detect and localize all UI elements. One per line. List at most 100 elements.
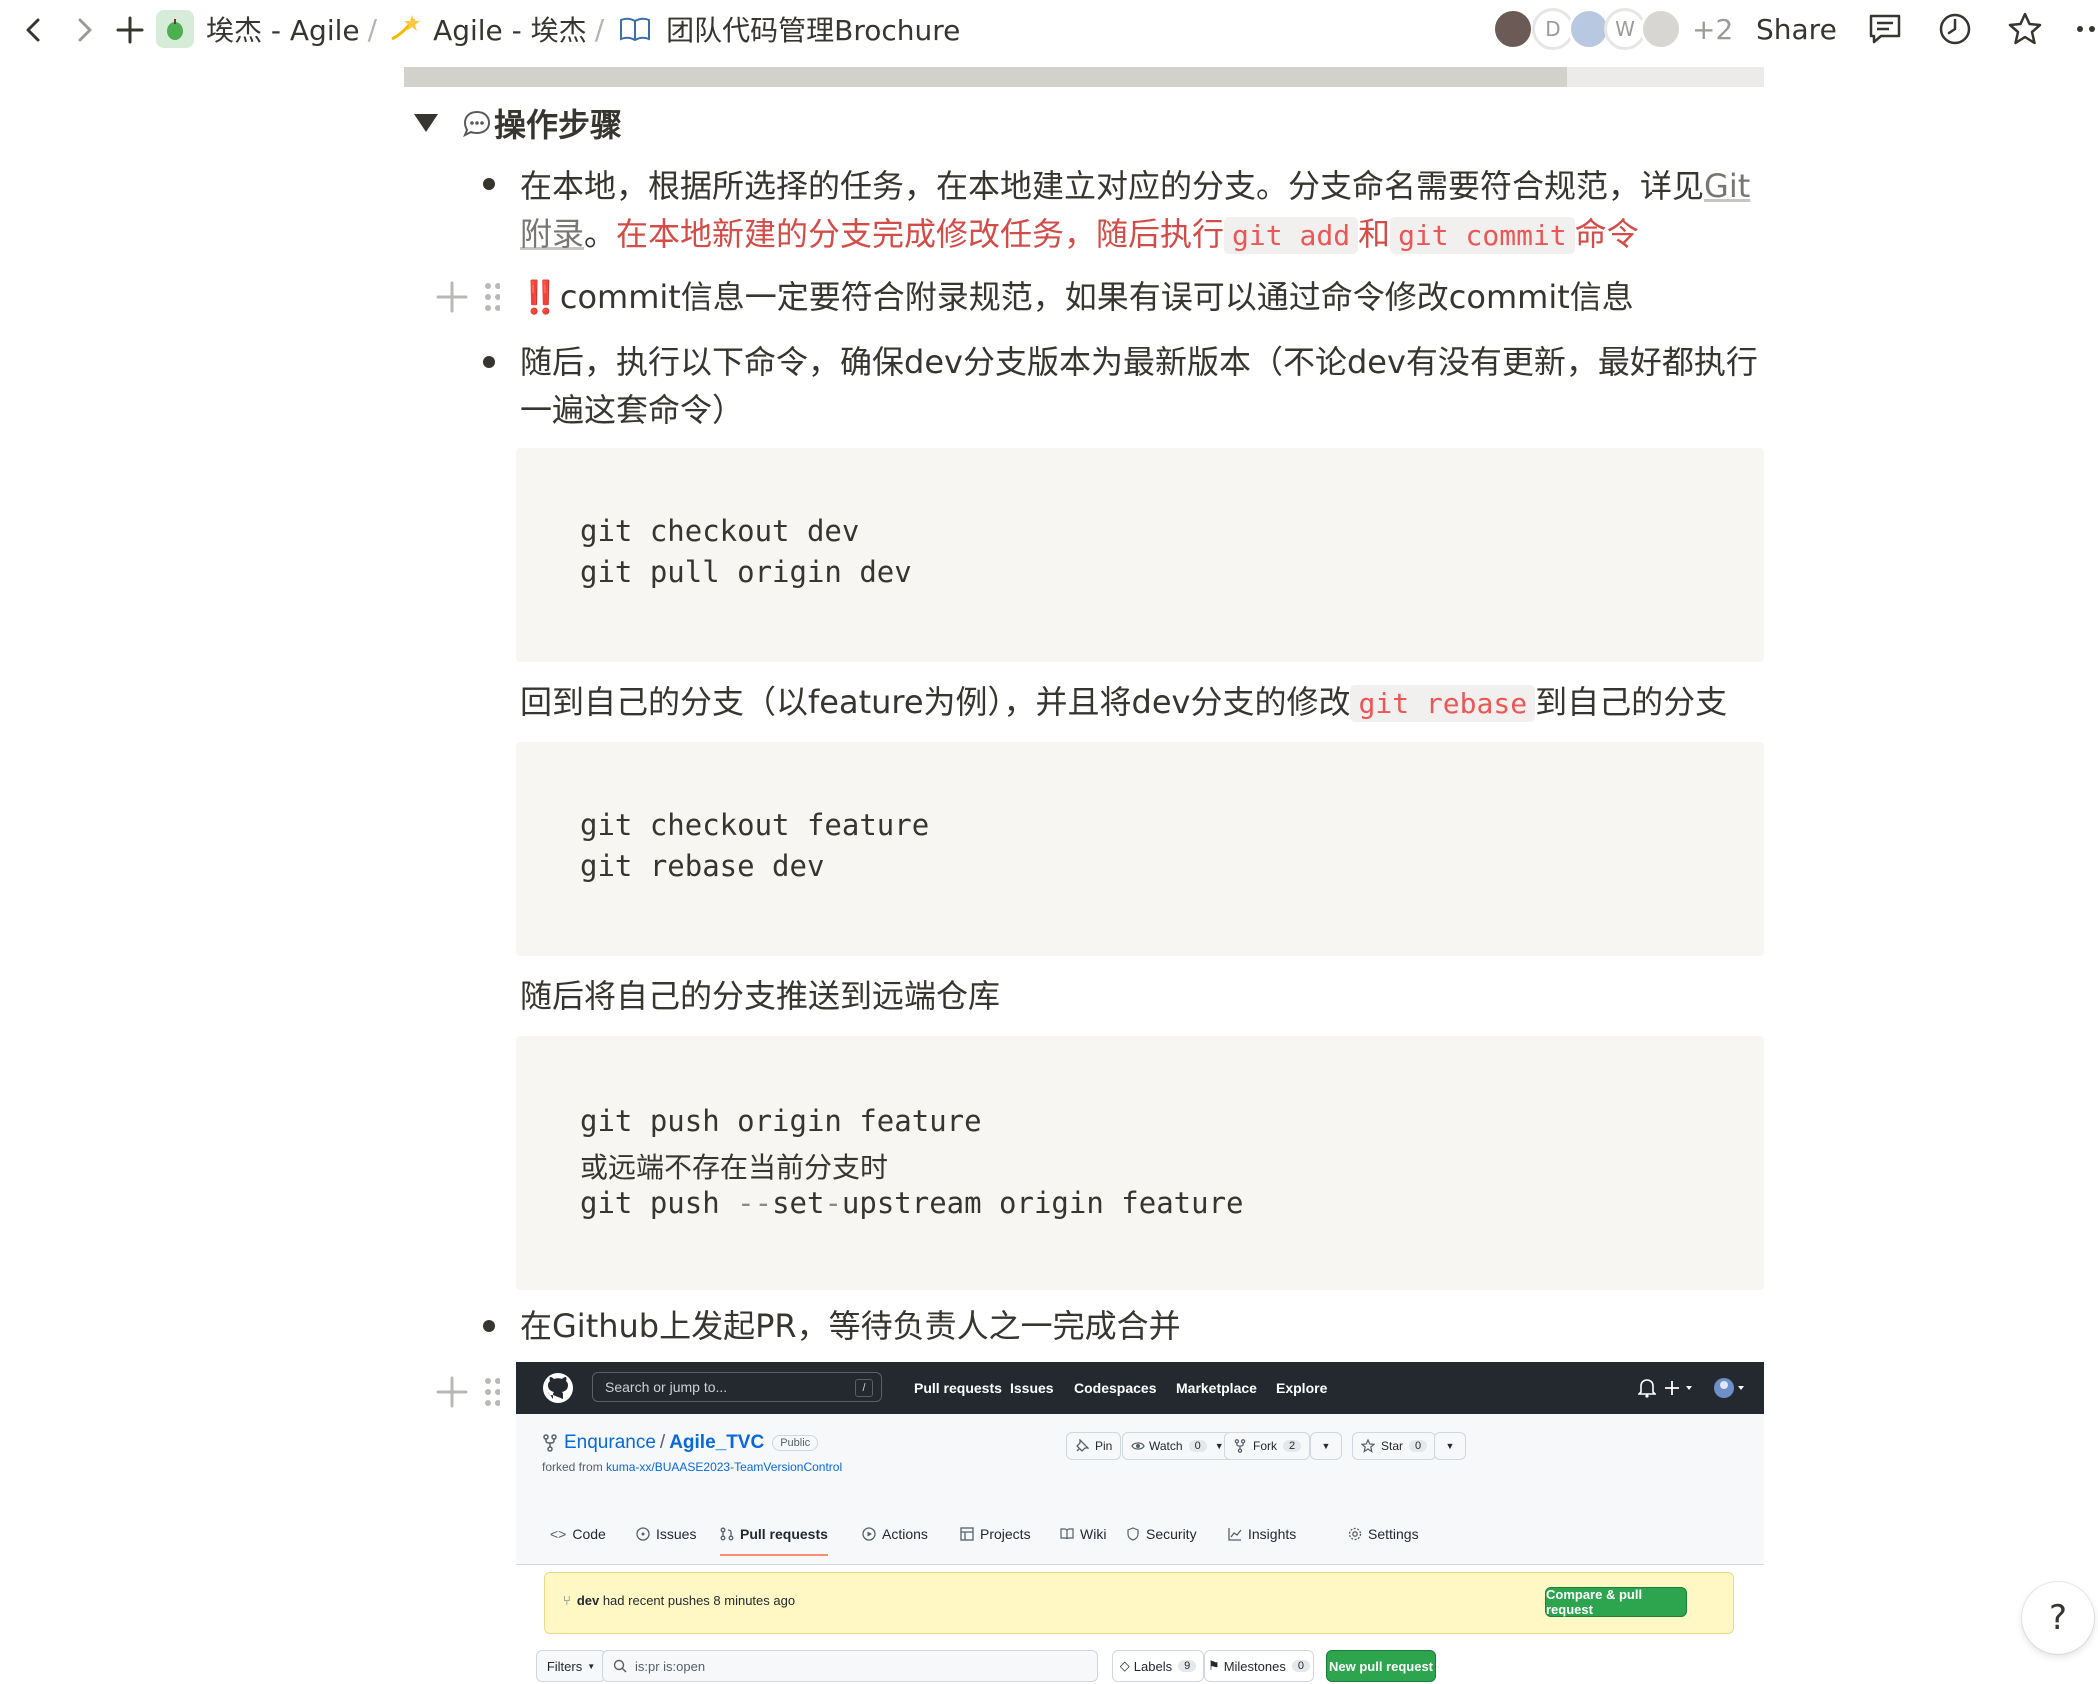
collaborator-count[interactable]: +2 bbox=[1692, 0, 1733, 58]
code-line: git pull origin dev bbox=[580, 555, 912, 589]
new-pull-request-button[interactable]: New pull request bbox=[1326, 1650, 1436, 1682]
pin-button[interactable]: Pin bbox=[1066, 1432, 1122, 1460]
repo-tab-actions[interactable]: Actions bbox=[862, 1514, 928, 1554]
github-repo-header: Enqurance / Agile_TVC Public forked from… bbox=[516, 1414, 1764, 1565]
github-nav-codespaces[interactable]: Codespaces bbox=[1074, 1362, 1156, 1414]
repo-tab-security[interactable]: Security bbox=[1126, 1514, 1197, 1554]
top-bar: 埃杰 - Agile / Agile - 埃杰 / 团队代码管理Brochure… bbox=[0, 0, 2098, 58]
comments-icon[interactable] bbox=[1866, 10, 1904, 48]
milestone-icon: ⚑ bbox=[1208, 1658, 1220, 1673]
repo-tab-projects[interactable]: Projects bbox=[960, 1514, 1031, 1554]
milestones-button[interactable]: ⚑ Milestones 0 bbox=[1204, 1650, 1314, 1682]
forked-source-link[interactable]: kuma-xx/BUAASE2023-TeamVersionControl bbox=[606, 1460, 842, 1474]
list-item-update-dev: 随后，执行以下命令，确保dev分支版本为最新版本（不论dev有没有更新，最好都执… bbox=[520, 343, 1758, 429]
repo-tab-pull-requests[interactable]: Pull requests bbox=[720, 1514, 828, 1556]
share-button[interactable]: Share bbox=[1756, 0, 1837, 58]
tab-label: Settings bbox=[1368, 1526, 1419, 1542]
back-arrow-icon[interactable] bbox=[16, 12, 52, 48]
banner-branch-name[interactable]: dev bbox=[577, 1593, 599, 1608]
code-line: git checkout dev bbox=[580, 514, 860, 548]
breadcrumb: 埃杰 - Agile / Agile - 埃杰 / 团队代码管理Brochure bbox=[156, 0, 960, 58]
fork-icon bbox=[1234, 1439, 1246, 1453]
push-paragraph: 随后将自己的分支推送到远端仓库 bbox=[520, 977, 1001, 1015]
star-label: Star bbox=[1381, 1439, 1404, 1453]
star-button[interactable]: Star 0 bbox=[1352, 1432, 1437, 1460]
fork-button[interactable]: Fork 2 bbox=[1224, 1432, 1311, 1460]
repo-tab-code[interactable]: <> Code bbox=[550, 1514, 606, 1554]
filters-dropdown[interactable]: Filters ▼ bbox=[536, 1650, 606, 1682]
gear-icon bbox=[1348, 1527, 1362, 1541]
fork-dropdown-button[interactable]: ▼ bbox=[1310, 1432, 1342, 1460]
slash-shortcut-icon: / bbox=[855, 1379, 873, 1397]
play-icon bbox=[862, 1527, 876, 1541]
drag-handle-icon bbox=[485, 1378, 500, 1406]
block-handle[interactable] bbox=[436, 1372, 500, 1412]
labels-label: Labels bbox=[1133, 1658, 1173, 1674]
new-page-plus-icon[interactable] bbox=[112, 12, 148, 48]
repo-tab-wiki[interactable]: Wiki bbox=[1060, 1514, 1106, 1554]
repo-tab-insights[interactable]: Insights bbox=[1228, 1514, 1296, 1554]
avatar[interactable] bbox=[1640, 8, 1682, 50]
code-block[interactable]: git checkout feature git rebase dev bbox=[516, 742, 1764, 956]
breadcrumb-page[interactable]: 团队代码管理Brochure bbox=[666, 9, 960, 49]
plus-dropdown-icon[interactable] bbox=[1664, 1378, 1696, 1398]
banner-text: ⑂ dev had recent pushes 8 minutes ago bbox=[563, 1593, 795, 1608]
star-dropdown-button[interactable]: ▼ bbox=[1434, 1432, 1466, 1460]
watch-button[interactable]: Watch 0 ▼ bbox=[1122, 1432, 1233, 1460]
recent-pushes-banner: ⑂ dev had recent pushes 8 minutes ago Com… bbox=[544, 1572, 1734, 1634]
tag-icon: ◇ bbox=[1119, 1658, 1130, 1673]
toggle-heading[interactable]: 操作步骤 bbox=[414, 98, 622, 148]
tab-label: Projects bbox=[980, 1526, 1031, 1542]
user-menu-avatar-icon[interactable] bbox=[1712, 1376, 1748, 1400]
compare-pull-request-button[interactable]: Compare & pull request bbox=[1545, 1587, 1687, 1617]
tab-label: Pull requests bbox=[740, 1526, 828, 1542]
github-nav-marketplace[interactable]: Marketplace bbox=[1176, 1362, 1257, 1414]
forked-label: forked from bbox=[542, 1460, 607, 1474]
star-outline-icon bbox=[1361, 1439, 1375, 1453]
forked-from: forked from kuma-xx/BUAASE2023-TeamVersi… bbox=[542, 1460, 842, 1474]
code-line: git rebase dev bbox=[580, 849, 825, 883]
block-handle[interactable] bbox=[436, 277, 500, 317]
breadcrumb-teamspace[interactable]: Agile - 埃杰 bbox=[433, 9, 587, 49]
forward-arrow-icon[interactable] bbox=[66, 12, 102, 48]
milestones-label: Milestones bbox=[1223, 1658, 1286, 1674]
avatar[interactable] bbox=[1492, 8, 1534, 50]
chevron-down-icon: ▼ bbox=[587, 1661, 596, 1671]
tab-label: Security bbox=[1146, 1526, 1197, 1542]
highlighted-text: 在本地新建的分支完成修改任务，随后执行 bbox=[616, 215, 1225, 253]
bell-icon[interactable] bbox=[1638, 1378, 1656, 1398]
more-options-icon[interactable] bbox=[2072, 10, 2098, 48]
chevron-down-icon: ▼ bbox=[1214, 1441, 1224, 1451]
toggle-triangle-icon[interactable] bbox=[414, 114, 438, 132]
github-search-input[interactable]: Search or jump to... / bbox=[592, 1372, 882, 1402]
repo-owner-link[interactable]: Enqurance bbox=[564, 1432, 656, 1454]
clock-icon[interactable] bbox=[1936, 10, 1974, 48]
github-header: Search or jump to... / Pull requests Issu… bbox=[516, 1362, 1764, 1414]
inline-code: git rebase bbox=[1350, 685, 1536, 722]
branch-icon: ⑂ bbox=[563, 1593, 571, 1608]
repo-tab-issues[interactable]: Issues bbox=[636, 1514, 696, 1554]
help-button[interactable]: ? bbox=[2022, 1582, 2094, 1654]
repo-name-link[interactable]: Agile_TVC bbox=[669, 1432, 764, 1454]
breadcrumb-workspace[interactable]: 埃杰 - Agile bbox=[206, 9, 360, 49]
list-item-github-pr: 在Github上发起PR，等待负责人之一完成合并 bbox=[520, 1307, 1181, 1345]
github-nav-pull-requests[interactable]: Pull requests bbox=[914, 1362, 1002, 1414]
pr-filter-input[interactable]: is:pr is:open bbox=[602, 1650, 1098, 1682]
github-nav-issues[interactable]: Issues bbox=[1010, 1362, 1054, 1414]
code-token: -- bbox=[737, 1186, 773, 1220]
inline-code: git add bbox=[1224, 217, 1359, 254]
code-block[interactable]: git push origin feature 或远端不存在当前分支时 git … bbox=[516, 1036, 1764, 1290]
speech-bubble-icon bbox=[463, 110, 491, 138]
star-icon[interactable] bbox=[2006, 10, 2044, 48]
tab-label: Insights bbox=[1248, 1526, 1297, 1542]
github-screenshot-image[interactable]: Search or jump to... / Pull requests Issu… bbox=[516, 1362, 1764, 1684]
tab-label: Actions bbox=[882, 1526, 928, 1542]
warning-line: ‼️commit信息一定要符合附录规范，如果有误可以通过命令修改commit信息 bbox=[520, 273, 1760, 321]
bullet-dot bbox=[483, 356, 495, 368]
labels-button[interactable]: ◇ Labels 9 bbox=[1112, 1650, 1204, 1682]
dizzy-star-icon bbox=[385, 10, 423, 48]
code-block[interactable]: git checkout dev git pull origin dev bbox=[516, 448, 1764, 662]
issue-icon bbox=[636, 1527, 650, 1541]
repo-tab-settings[interactable]: Settings bbox=[1348, 1514, 1419, 1554]
github-nav-explore[interactable]: Explore bbox=[1276, 1362, 1327, 1414]
